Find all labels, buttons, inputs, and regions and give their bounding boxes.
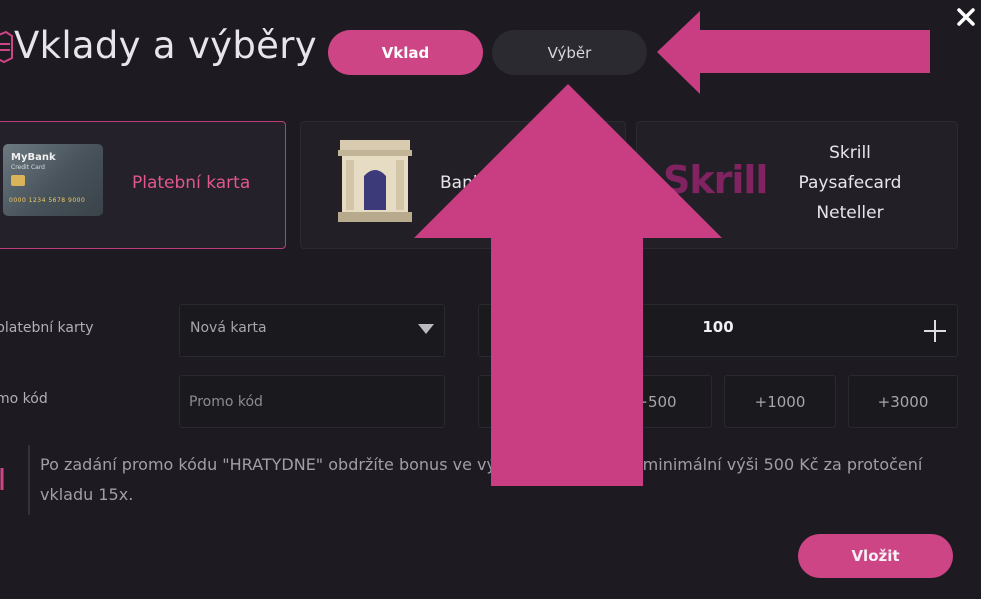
deposit-submit-button[interactable]: Vložit	[798, 534, 953, 578]
amount-value: 100	[702, 318, 734, 336]
quick-amount-button[interactable]: +500	[478, 375, 592, 428]
quick-amount-button[interactable]: +3000	[848, 375, 958, 428]
credit-card-illustration: MyBank Credit Card 0000 1234 5678 9000	[3, 144, 103, 216]
page-title: Vklady a výběry	[14, 24, 317, 67]
annotation-arrow-left	[657, 11, 930, 94]
method-label-card: Platební karta	[132, 173, 251, 193]
tab-deposit[interactable]: Vklad	[328, 30, 483, 75]
close-button[interactable]	[955, 6, 977, 28]
card-select-label: platební karty	[0, 320, 94, 336]
plus-icon[interactable]	[922, 318, 948, 344]
promo-input[interactable]	[181, 377, 443, 426]
credit-card-type: Credit Card	[11, 164, 45, 171]
credit-card-bank: MyBank	[11, 152, 56, 163]
info-divider	[28, 445, 30, 515]
quick-amount-button[interactable]: +1000	[724, 375, 836, 428]
card-select-value: Nová karta	[190, 320, 267, 336]
bank-building-icon	[338, 140, 412, 222]
skrill-logo: Skrill	[663, 158, 768, 202]
ewallet-neteller: Neteller	[816, 203, 884, 223]
method-label-bank: Bankovní převod	[440, 173, 583, 193]
info-icon	[0, 468, 4, 490]
chevron-down-icon	[418, 324, 434, 334]
ewallet-skrill: Skrill	[829, 143, 871, 163]
ewallet-paysafecard: Paysafecard	[798, 173, 902, 193]
ewallet-list: Skrill Paysafecard Neteller	[790, 142, 910, 225]
quick-amount-button[interactable]: +500	[600, 375, 712, 428]
promo-info-text: Po zadání promo kódu "HRATYDNE" obdržíte…	[40, 455, 923, 504]
credit-card-number: 0000 1234 5678 9000	[9, 197, 86, 204]
chip-icon	[11, 175, 25, 186]
wallet-icon	[0, 30, 13, 64]
close-icon	[957, 8, 975, 26]
tab-withdraw[interactable]: Výběr	[492, 30, 647, 75]
promo-label: mo kód	[0, 391, 48, 407]
